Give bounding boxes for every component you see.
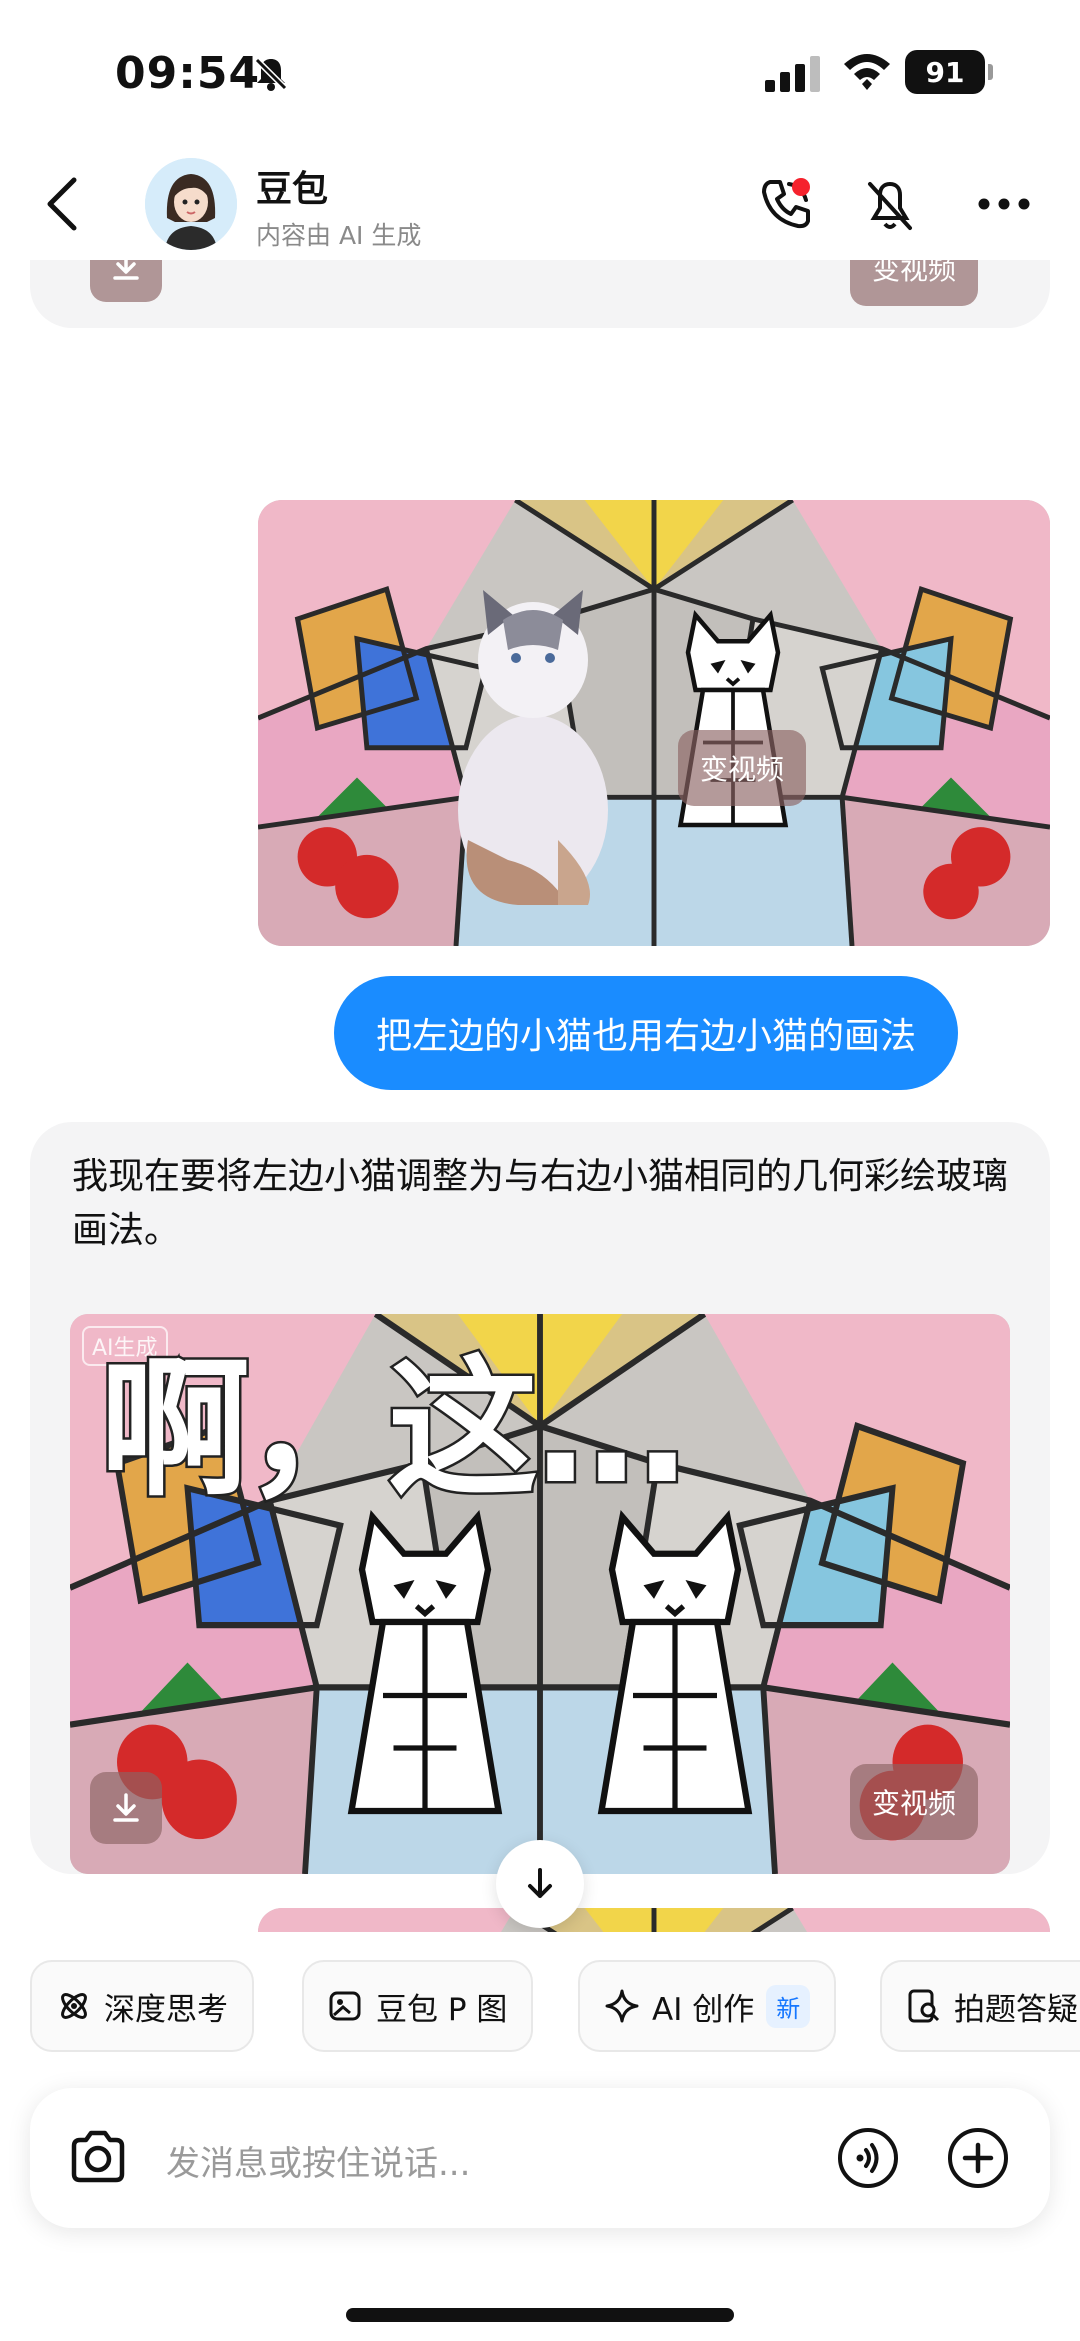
battery-level: 91 [925,55,965,89]
next-image-preview[interactable] [258,1908,1050,1932]
back-icon[interactable] [40,174,84,234]
message-input[interactable]: 发消息或按住说话... [166,2136,470,2185]
bot-message-text: 我现在要将左边小猫调整为与右边小猫相同的几何彩绘玻璃画法。 [72,1156,1009,1251]
chip-label: 拍题答疑 [954,1991,1078,2028]
notification-dot [792,178,810,196]
more-icon[interactable] [976,196,1032,212]
chip-photo-question[interactable]: 拍题答疑 [880,1960,1080,2052]
battery-icon: 91 [905,50,993,94]
camera-icon[interactable] [66,2126,130,2190]
sparkle-icon [605,1989,639,2023]
bot-message-card: 变视频 [30,260,1050,328]
download-button[interactable] [90,1772,162,1844]
chip-label: 豆包 P 图 [376,1991,508,2028]
chat-header: 豆包 内容由 AI 生成 [0,150,1080,260]
status-time: 09:54 [115,48,261,99]
to-video-button[interactable]: 变视频 [850,260,979,306]
message-list[interactable]: 变视频 变视频 把左边的小猫也用右边小猫的画法 我现在要将左边小猫调整为与右边小… [0,260,1080,1932]
chip-label: 深度思考 [104,1991,228,2028]
plus-icon[interactable] [946,2126,1010,2190]
wifi-icon [844,54,890,90]
download-icon [113,1793,139,1822]
bell-slash-icon [254,57,288,91]
scroll-to-bottom-button[interactable] [496,1840,584,1928]
to-video-button[interactable]: 变视频 [678,730,807,806]
home-indicator[interactable] [346,2308,734,2322]
status-bar: 09:54 91 [0,0,1080,150]
new-badge: 新 [766,1984,811,2028]
atom-icon [61,1993,87,2019]
signal-icon [765,56,820,92]
chip-deep-think[interactable]: 深度思考 [30,1960,254,2052]
message-input-bar: 发消息或按住说话... [30,2088,1050,2228]
chip-label: AI 创作 [652,1991,755,2028]
user-uploaded-image[interactable]: 变视频 [258,500,1050,946]
arrow-down-icon [528,1868,552,1898]
photo-search-icon [908,1989,940,2023]
image-edit-icon [329,1991,361,2021]
mute-icon[interactable] [864,178,916,234]
meme-caption: 啊，这... [98,1341,694,1520]
download-button[interactable] [90,260,162,302]
fluffy-cat-photo [458,590,608,905]
download-icon [113,260,139,280]
bot-message-card: 我现在要将左边小猫调整为与右边小猫相同的几何彩绘玻璃画法。 AI生成 啊，这..… [30,1122,1050,1874]
user-message-bubble[interactable]: 把左边的小猫也用右边小猫的画法 [334,976,959,1090]
avatar[interactable] [145,158,237,250]
to-video-button[interactable]: 变视频 [850,1764,979,1840]
chip-ai-create[interactable]: AI 创作 新 [578,1960,837,2052]
chat-screen: 09:54 91 豆包 内容由 AI 生成 变视频 变视频 把左边的小猫也用右边… [0,0,1080,2341]
chip-image-edit[interactable]: 豆包 P 图 [302,1960,534,2052]
voice-icon[interactable] [836,2126,900,2190]
suggestion-chips: 深度思考 豆包 P 图 AI 创作 新 拍题答疑 [0,1932,1080,2062]
bot-name: 豆包 [256,169,329,210]
bot-subtitle: 内容由 AI 生成 [256,221,422,250]
